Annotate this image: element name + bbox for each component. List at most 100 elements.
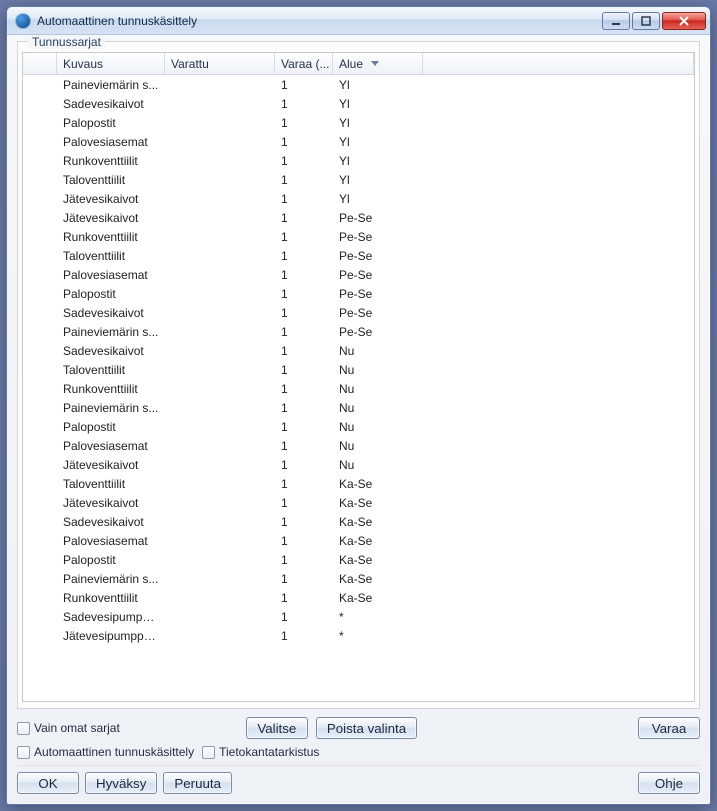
cell-alue: Pe-Se: [333, 249, 423, 263]
grid-header[interactable]: Kuvaus Varattu Varaa (... Alue: [23, 53, 694, 75]
cell-varaa: 1: [275, 325, 333, 339]
toolbar-row2: Automaattinen tunnuskäsittely Tietokanta…: [17, 745, 700, 759]
cell-varaa: 1: [275, 382, 333, 396]
table-row[interactable]: Palovesiasemat1Yl: [23, 132, 694, 151]
ok-button[interactable]: OK: [17, 772, 79, 794]
table-row[interactable]: Jätevesikaivot1Yl: [23, 189, 694, 208]
table-row[interactable]: Palopostit1Ka-Se: [23, 550, 694, 569]
col-varattu[interactable]: Varattu: [165, 53, 275, 74]
table-row[interactable]: Palopostit1Nu: [23, 417, 694, 436]
cell-kuvaus: Jätevesipumppa...: [57, 629, 165, 643]
table-row[interactable]: Sadevesikaivot1Yl: [23, 94, 694, 113]
cell-kuvaus: Runkoventtiilit: [57, 230, 165, 244]
cell-alue: Ka-Se: [333, 591, 423, 605]
cell-kuvaus: Sadevesikaivot: [57, 306, 165, 320]
col-kuvaus[interactable]: Kuvaus: [57, 53, 165, 74]
col-selector[interactable]: [23, 53, 57, 74]
col-spacer: [423, 53, 694, 74]
reserve-button[interactable]: Varaa: [638, 717, 700, 739]
table-row[interactable]: Taloventtiilit 1Pe-Se: [23, 246, 694, 265]
cell-varaa: 1: [275, 363, 333, 377]
cell-varaa: 1: [275, 420, 333, 434]
cell-alue: Ka-Se: [333, 515, 423, 529]
own-series-checkbox[interactable]: Vain omat sarjat: [17, 721, 120, 735]
table-row[interactable]: Runkoventtiilit1Pe-Se: [23, 227, 694, 246]
cell-kuvaus: Sadevesipumpp...: [57, 610, 165, 624]
cell-varaa: 1: [275, 249, 333, 263]
cell-kuvaus: Runkoventtiilit: [57, 382, 165, 396]
cell-alue: Yl: [333, 154, 423, 168]
cell-kuvaus: Palopostit: [57, 116, 165, 130]
help-button[interactable]: Ohje: [638, 772, 700, 794]
table-row[interactable]: Jätevesikaivot1Ka-Se: [23, 493, 694, 512]
table-row[interactable]: Runkoventtiilit1Yl: [23, 151, 694, 170]
cell-kuvaus: Sadevesikaivot: [57, 97, 165, 111]
apply-button[interactable]: Hyväksy: [85, 772, 157, 794]
cell-varaa: 1: [275, 496, 333, 510]
cell-varaa: 1: [275, 116, 333, 130]
table-row[interactable]: Jätevesikaivot1Nu: [23, 455, 694, 474]
table-row[interactable]: Sadevesikaivot1Ka-Se: [23, 512, 694, 531]
cell-varaa: 1: [275, 477, 333, 491]
cell-varaa: 1: [275, 439, 333, 453]
grid-body[interactable]: Paineviemärin s...1YlSadevesikaivot1YlPa…: [23, 75, 694, 645]
col-varaa[interactable]: Varaa (...: [275, 53, 333, 74]
series-grid[interactable]: Kuvaus Varattu Varaa (... Alue Paineviem…: [22, 52, 695, 702]
cell-varaa: 1: [275, 591, 333, 605]
titlebar[interactable]: Automaattinen tunnuskäsittely: [7, 7, 710, 35]
table-row[interactable]: Sadevesikaivot1Pe-Se: [23, 303, 694, 322]
cell-varaa: 1: [275, 97, 333, 111]
table-row[interactable]: Sadevesikaivot1Nu: [23, 341, 694, 360]
cell-kuvaus: Taloventtiilit: [57, 477, 165, 491]
dbcheck-checkbox[interactable]: Tietokantatarkistus: [202, 745, 319, 759]
cell-varaa: 1: [275, 306, 333, 320]
table-row[interactable]: Runkoventtiilit1Nu: [23, 379, 694, 398]
checkbox-icon: [17, 746, 30, 759]
table-row[interactable]: Palovesiasemat1Nu: [23, 436, 694, 455]
footer: OK Hyväksy Peruuta Ohje: [17, 772, 700, 794]
auto-checkbox[interactable]: Automaattinen tunnuskäsittely: [17, 745, 194, 759]
cell-varaa: 1: [275, 553, 333, 567]
table-row[interactable]: Taloventtiilit1Yl: [23, 170, 694, 189]
deselect-button[interactable]: Poista valinta: [316, 717, 417, 739]
table-row[interactable]: Palovesiasemat1Ka-Se: [23, 531, 694, 550]
table-row[interactable]: Sadevesipumpp...1*: [23, 607, 694, 626]
table-row[interactable]: Paineviemärin s...1Ka-Se: [23, 569, 694, 588]
cell-alue: Ka-Se: [333, 534, 423, 548]
minimize-button[interactable]: [602, 12, 630, 30]
table-row[interactable]: Paineviemärin s...1Yl: [23, 75, 694, 94]
cell-alue: Nu: [333, 363, 423, 377]
checkbox-icon: [17, 722, 30, 735]
separator: [17, 765, 700, 766]
close-button[interactable]: [662, 12, 706, 30]
cell-varaa: 1: [275, 610, 333, 624]
cell-kuvaus: Palovesiasemat: [57, 439, 165, 453]
table-row[interactable]: Paineviemärin s...1Pe-Se: [23, 322, 694, 341]
cell-kuvaus: Taloventtiilit: [57, 363, 165, 377]
cell-kuvaus: Paineviemärin s...: [57, 572, 165, 586]
table-row[interactable]: Jätevesipumppa...1*: [23, 626, 694, 645]
table-row[interactable]: Taloventtiilit 1Nu: [23, 360, 694, 379]
cell-alue: Pe-Se: [333, 211, 423, 225]
cell-alue: Ka-Se: [333, 572, 423, 586]
cell-kuvaus: Palovesiasemat: [57, 534, 165, 548]
cancel-button[interactable]: Peruuta: [163, 772, 232, 794]
maximize-button[interactable]: [632, 12, 660, 30]
group-title: Tunnussarjat: [28, 35, 105, 49]
table-row[interactable]: Palopostit1Yl: [23, 113, 694, 132]
col-alue[interactable]: Alue: [333, 53, 423, 74]
table-row[interactable]: Paineviemärin s...1Nu: [23, 398, 694, 417]
cell-alue: Nu: [333, 401, 423, 415]
table-row[interactable]: Taloventtiilit 1Ka-Se: [23, 474, 694, 493]
checkbox-icon: [202, 746, 215, 759]
cell-kuvaus: Taloventtiilit: [57, 249, 165, 263]
cell-alue: Ka-Se: [333, 477, 423, 491]
table-row[interactable]: Runkoventtiilit1Ka-Se: [23, 588, 694, 607]
table-row[interactable]: Palopostit1Pe-Se: [23, 284, 694, 303]
table-row[interactable]: Palovesiasemat1Pe-Se: [23, 265, 694, 284]
table-row[interactable]: Jätevesikaivot1Pe-Se: [23, 208, 694, 227]
select-button[interactable]: Valitse: [246, 717, 308, 739]
cell-varaa: 1: [275, 173, 333, 187]
cell-varaa: 1: [275, 230, 333, 244]
series-group: Tunnussarjat Kuvaus Varattu Varaa (... A…: [17, 41, 700, 709]
